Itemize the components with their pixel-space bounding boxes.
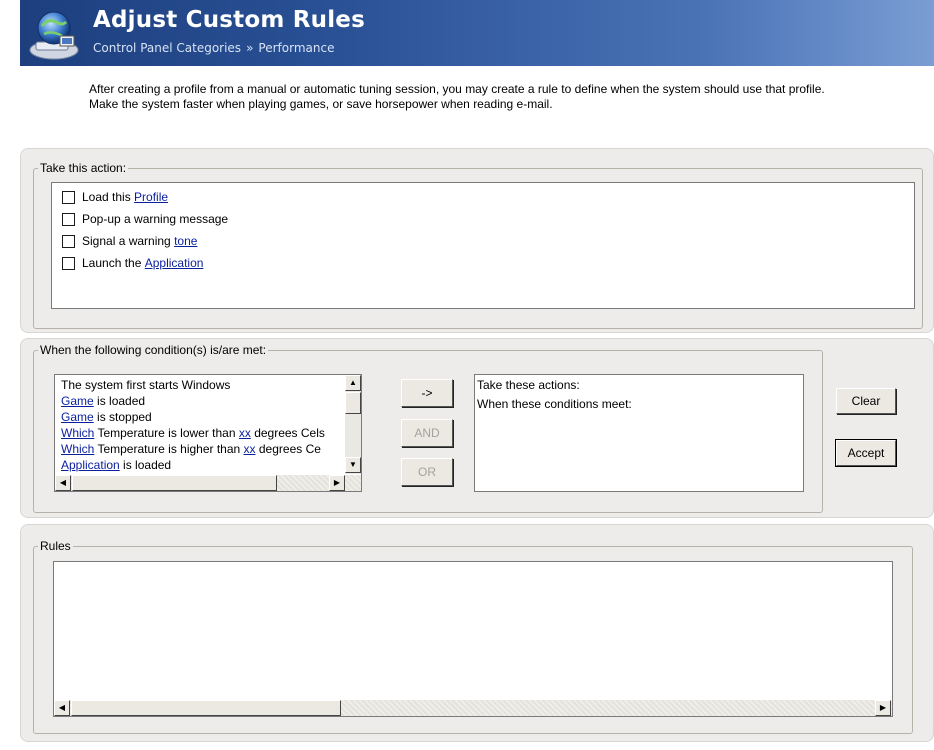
condition-app-loaded[interactable]: Application is loaded <box>61 457 171 473</box>
add-condition-button[interactable]: -> <box>401 379 453 407</box>
xx-link[interactable]: xx <box>239 426 251 440</box>
condition-app-loaded-text: is loaded <box>119 458 172 472</box>
application-link[interactable]: Application <box>145 256 204 270</box>
conditions-listbox[interactable]: The system first starts Windows Game is … <box>54 374 362 492</box>
rule-summary-box: Take these actions: When these condition… <box>474 374 804 492</box>
summary-actions-label: Take these actions: <box>477 378 580 392</box>
breadcrumb: Control Panel Categories » Performance <box>93 41 334 55</box>
action-popup-warning[interactable]: Pop-up a warning message <box>62 210 228 228</box>
clear-button[interactable]: Clear <box>836 388 896 414</box>
description-line-2: Make the system faster when playing game… <box>89 97 553 111</box>
launch-application-checkbox[interactable] <box>62 256 75 270</box>
horizontal-scroll-thumb[interactable] <box>72 475 277 491</box>
or-button[interactable]: OR <box>401 458 453 486</box>
condition-temp-lower-tail: degrees Cels <box>250 426 325 440</box>
launch-application-label: Launch the <box>82 256 145 270</box>
scroll-right-button[interactable]: ▶ <box>329 475 345 491</box>
breadcrumb-separator: » <box>246 41 254 55</box>
condition-game-loaded-text: is loaded <box>93 394 146 408</box>
application-link[interactable]: Application <box>61 458 120 472</box>
rules-scroll-left-button[interactable]: ◀ <box>54 700 70 716</box>
summary-conditions-label: When these conditions meet: <box>477 397 632 411</box>
condition-temp-higher-text: Temperature is higher than <box>94 442 244 456</box>
page-title: Adjust Custom Rules <box>93 7 365 33</box>
game-link[interactable]: Game <box>61 410 94 424</box>
load-profile-label: Load this <box>82 190 135 204</box>
popup-warning-checkbox[interactable] <box>62 212 75 226</box>
scroll-thumb[interactable] <box>345 392 361 414</box>
scroll-up-button[interactable]: ▲ <box>345 375 361 391</box>
which-link[interactable]: Which <box>61 442 94 456</box>
game-link[interactable]: Game <box>61 394 94 408</box>
condition-game-stopped[interactable]: Game is stopped <box>61 409 152 425</box>
tone-link[interactable]: tone <box>174 234 197 248</box>
rules-list[interactable]: ◀ ▶ <box>53 561 893 717</box>
condition-temp-lower-text: Temperature is lower than <box>94 426 239 440</box>
condition-temp-higher[interactable]: Which Temperature is higher than xx degr… <box>61 441 321 457</box>
action-load-profile[interactable]: Load this Profile <box>62 188 168 206</box>
page-description: After creating a profile from a manual o… <box>89 82 919 112</box>
rules-scroll-right-button[interactable]: ▶ <box>875 700 891 716</box>
condition-game-loaded[interactable]: Game is loaded <box>61 393 145 409</box>
condition-temp-lower[interactable]: Which Temperature is lower than xx degre… <box>61 425 325 441</box>
rules-horizontal-scroll-thumb[interactable] <box>71 700 341 716</box>
and-button[interactable]: AND <box>401 419 453 447</box>
accept-button[interactable]: Accept <box>835 439 897 467</box>
scroll-left-button[interactable]: ◀ <box>55 475 71 491</box>
breadcrumb-control-panel[interactable]: Control Panel Categories <box>93 41 241 55</box>
condition-game-stopped-text: is stopped <box>93 410 152 424</box>
conditions-panel: When the following condition(s) is/are m… <box>20 338 934 518</box>
conditions-horizontal-scrollbar[interactable]: ◀ ▶ <box>55 475 361 491</box>
warning-tone-checkbox[interactable] <box>62 234 75 248</box>
condition-system-start[interactable]: The system first starts Windows <box>61 377 230 393</box>
which-link[interactable]: Which <box>61 426 94 440</box>
profile-link[interactable]: Profile <box>134 190 168 204</box>
scroll-down-button[interactable]: ▼ <box>345 457 361 473</box>
rules-panel: Rules ◀ ▶ <box>20 524 934 742</box>
action-list: Load this Profile Pop-up a warning messa… <box>51 182 915 309</box>
action-launch-application[interactable]: Launch the Application <box>62 254 203 272</box>
breadcrumb-performance[interactable]: Performance <box>258 41 334 55</box>
load-profile-checkbox[interactable] <box>62 190 75 204</box>
action-group-legend: Take this action: <box>40 161 127 175</box>
rules-horizontal-scrollbar[interactable]: ◀ ▶ <box>54 700 892 716</box>
rules-group-legend: Rules <box>40 539 71 553</box>
conditions-vertical-scrollbar[interactable]: ▲ ▼ <box>345 375 361 474</box>
condition-temp-higher-tail: degrees Ce <box>255 442 321 456</box>
condition-system-start-text: The system first starts Windows <box>61 378 231 392</box>
xx-link[interactable]: xx <box>244 442 256 456</box>
header-banner: Adjust Custom Rules Control Panel Catego… <box>20 0 934 66</box>
control-panel-logo-icon <box>29 11 79 60</box>
action-panel: Take this action: Load this Profile Pop-… <box>20 148 934 333</box>
description-line-1: After creating a profile from a manual o… <box>89 82 825 96</box>
popup-warning-label: Pop-up a warning message <box>82 212 229 226</box>
conditions-group-legend: When the following condition(s) is/are m… <box>40 343 267 357</box>
warning-tone-label: Signal a warning <box>82 234 175 248</box>
action-warning-tone[interactable]: Signal a warning tone <box>62 232 197 250</box>
